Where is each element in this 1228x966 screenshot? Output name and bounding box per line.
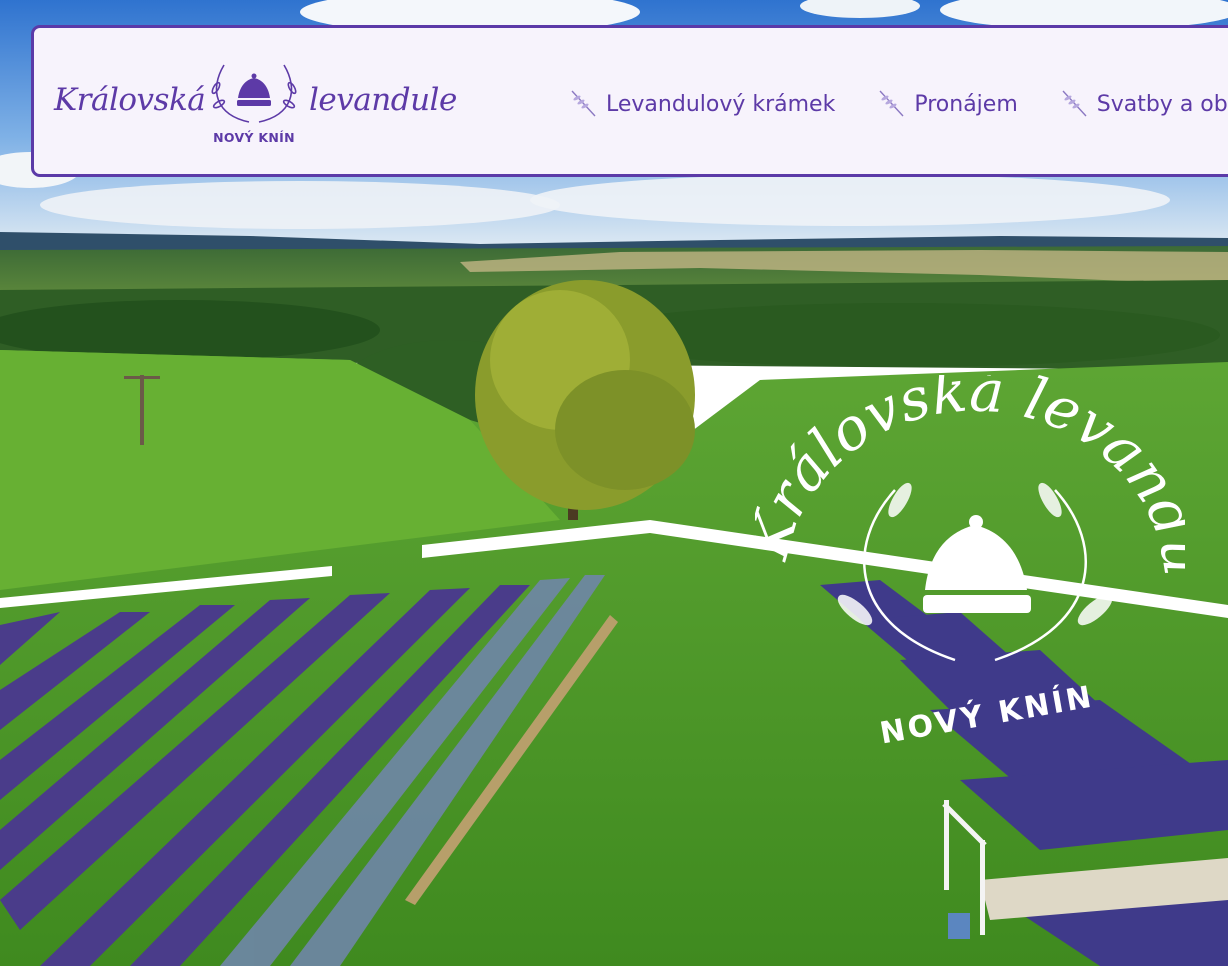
- site-logo[interactable]: Královská levandule NOVÝ KNÍN: [54, 60, 457, 152]
- nav-label: Svatby a ob: [1096, 91, 1228, 117]
- crown-lavender-wreath-icon: [211, 64, 297, 123]
- lavender-sprig-icon: [1062, 90, 1087, 117]
- nav-label: Levandulový krámek: [606, 91, 836, 117]
- lavender-sprig-icon: [571, 90, 596, 117]
- logo-word-left: Královská: [54, 82, 206, 118]
- nav-item-levandulovy-kramek[interactable]: Levandulový krámek: [569, 88, 835, 120]
- hero-logo-bottom-text: NOVÝ KNÍN: [877, 677, 1097, 745]
- crown-icon: [923, 515, 1031, 613]
- nav-item-pronajem[interactable]: Pronájem: [877, 88, 1018, 120]
- logo-subtitle: NOVÝ KNÍN: [213, 130, 295, 145]
- nav-label: Pronájem: [914, 91, 1018, 117]
- logo-word-right: levandule: [309, 82, 457, 118]
- site-header: Královská levandule NOVÝ KNÍN Levandulov…: [31, 25, 1228, 177]
- lavender-sprig-icon: [879, 90, 904, 117]
- main-nav: Levandulový krámek Pronájem Svatby a ob: [569, 88, 1228, 120]
- nav-item-svatby[interactable]: Svatby a ob: [1060, 88, 1228, 120]
- hero-overlay-logo: Královská levandule NOVÝ KNÍN: [755, 375, 1185, 745]
